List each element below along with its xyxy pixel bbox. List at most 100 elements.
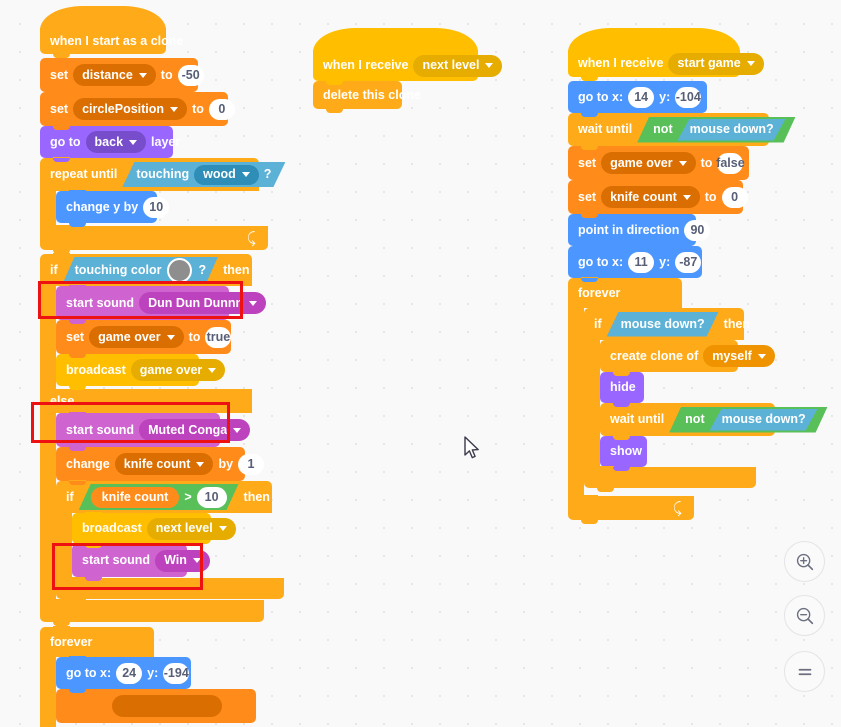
sound-dropdown-win[interactable]: Win: [155, 549, 210, 572]
block-start-sound-win[interactable]: start sound Win: [72, 544, 210, 581]
block-delete-this-clone[interactable]: delete this clone: [313, 81, 421, 113]
direction-input[interactable]: 90: [684, 219, 711, 241]
broadcast-dropdown-next-level[interactable]: next level: [146, 517, 236, 540]
block-hide[interactable]: hide: [600, 372, 644, 407]
block-point-in-direction[interactable]: point in direction 90: [568, 214, 711, 250]
chevron-down-icon: [757, 353, 766, 359]
zoom-reset-button[interactable]: [784, 651, 825, 692]
layer-dropdown[interactable]: back: [85, 131, 147, 153]
block-go-to-xy-clone[interactable]: go to x: 24 y: -194: [56, 656, 191, 693]
value-input-game-over[interactable]: true: [205, 326, 232, 348]
forever-head[interactable]: forever: [40, 626, 154, 657]
block-go-to-xy-start[interactable]: go to x: 14 y: -104: [568, 81, 707, 117]
variable-dropdown-game-over[interactable]: game over: [601, 152, 696, 174]
operator-not-1[interactable]: not mouse down?: [637, 117, 795, 143]
block-go-to-xy-start-2[interactable]: go to x: 11 y: -87: [568, 246, 702, 282]
block-forever-clone[interactable]: forever go to x: 24 y: -194: [40, 626, 284, 727]
block-repeat-until[interactable]: repeat until touching wood ? change y by…: [40, 157, 284, 254]
y-input[interactable]: -194: [163, 662, 190, 684]
block-when-i-receive-start-game[interactable]: when I receive start game: [568, 28, 764, 81]
condition-touching-color[interactable]: touching color ?: [63, 257, 218, 284]
condition-mouse-down-2[interactable]: mouse down?: [710, 409, 818, 431]
variable-dropdown-knife-count[interactable]: knife count: [114, 453, 214, 475]
block-set-game-over-true[interactable]: set game over to true: [56, 320, 232, 358]
block-change-variable-clipped[interactable]: [56, 689, 256, 723]
value-input-knife-count[interactable]: 0: [721, 186, 748, 208]
broadcast-dropdown-game-over[interactable]: game over: [130, 359, 226, 381]
block-create-clone-of-myself[interactable]: create clone of myself: [600, 339, 775, 376]
block-forever-main[interactable]: forever if mouse down? then create clone…: [568, 277, 775, 524]
block-change-knife-count[interactable]: change knife count by 1: [56, 447, 265, 485]
y-input[interactable]: -104: [675, 86, 702, 108]
variable-dropdown-distance[interactable]: distance: [73, 64, 156, 86]
block-when-i-receive-next-level[interactable]: when I receive next level: [313, 28, 503, 85]
broadcast-label: broadcast: [82, 521, 142, 536]
compare-value-input[interactable]: 10: [197, 487, 227, 508]
block-start-sound-muted-conga[interactable]: start sound Muted Conga: [56, 412, 251, 451]
value-input-game-over[interactable]: false: [716, 152, 745, 174]
go-to-x-label: go to x:: [578, 89, 624, 104]
by-label: by: [218, 456, 234, 471]
block-if-knife-count-gt-10[interactable]: if knife count > 10 then broadcast next …: [56, 480, 284, 603]
variable-dropdown-game-over[interactable]: game over: [89, 326, 184, 348]
block-wait-until-not-mouse-down-1[interactable]: wait until not mouse down?: [568, 113, 769, 150]
block-set-game-over-false[interactable]: set game over to false: [568, 146, 749, 184]
value-input-distance[interactable]: -50: [177, 64, 204, 86]
message-dropdown-start-game[interactable]: start game: [668, 52, 764, 75]
y-label: y:: [659, 89, 671, 104]
start-sound-label: start sound: [66, 422, 135, 437]
block-change-y-by[interactable]: change y by 10: [56, 190, 170, 227]
chevron-down-icon: [218, 526, 227, 531]
if-else-head[interactable]: if touching color ? then: [40, 253, 252, 286]
block-wait-until-not-mouse-down-2[interactable]: wait until not mouse down?: [600, 403, 775, 440]
block-go-to-layer[interactable]: go to back layer: [40, 126, 180, 162]
go-to-label: go to: [50, 134, 81, 149]
x-input[interactable]: 24: [116, 662, 143, 684]
if-head[interactable]: if mouse down? then: [584, 307, 750, 340]
zoom-in-button[interactable]: [784, 541, 825, 582]
variable-dropdown-circleposition[interactable]: circlePosition: [73, 98, 188, 120]
block-set-circleposition[interactable]: set circlePosition to 0: [40, 92, 235, 130]
value-input-circleposition[interactable]: 0: [208, 98, 235, 120]
script-when-i-receive-start-game[interactable]: when I receive start game go to x: 14 y:…: [568, 28, 775, 524]
y-input[interactable]: -87: [675, 251, 702, 273]
touching-object-dropdown[interactable]: wood: [194, 165, 259, 185]
delete-clone-label: delete this clone: [323, 87, 421, 102]
forever-head[interactable]: forever: [568, 277, 682, 308]
c-arm-if: [584, 340, 600, 467]
script-when-i-start-as-a-clone[interactable]: when I start as a clone set distance to …: [40, 6, 284, 727]
x-input[interactable]: 14: [628, 86, 655, 108]
block-if-mouse-down[interactable]: if mouse down? then create clone of myse…: [584, 307, 775, 492]
message-dropdown-next-level[interactable]: next level: [413, 54, 503, 77]
to-label: to: [704, 189, 717, 204]
block-if-else-touching-color[interactable]: if touching color ? then start sound Dun…: [40, 253, 284, 626]
variable-reporter-knife-count[interactable]: knife count: [91, 487, 180, 508]
condition-greater-than[interactable]: knife count > 10: [79, 484, 239, 510]
change-amount-input[interactable]: 1: [238, 453, 265, 475]
when-i-receive-label: when I receive: [578, 56, 664, 71]
change-y-input[interactable]: 10: [143, 196, 170, 218]
block-broadcast-next-level[interactable]: broadcast next level: [72, 512, 236, 548]
block-set-knife-count-0[interactable]: set knife count to 0: [568, 180, 748, 218]
script-when-i-receive-next-level[interactable]: when I receive next level delete this cl…: [313, 28, 503, 113]
block-start-sound-dun-dun-dunnn[interactable]: start sound Dun Dun Dunnn: [56, 285, 267, 324]
color-swatch[interactable]: [167, 258, 192, 283]
condition-mouse-down[interactable]: mouse down?: [607, 312, 719, 337]
operator-not-2[interactable]: not mouse down?: [669, 407, 827, 433]
clone-target-dropdown[interactable]: myself: [703, 345, 775, 367]
x-input[interactable]: 11: [628, 251, 655, 273]
set-label: set: [50, 101, 69, 116]
block-show[interactable]: show: [600, 436, 647, 471]
condition-touching-wood[interactable]: touching wood ?: [122, 162, 285, 187]
condition-mouse-down-1[interactable]: mouse down?: [678, 119, 786, 141]
repeat-until-head[interactable]: repeat until touching wood ?: [40, 157, 259, 191]
variable-dropdown-clipped[interactable]: [112, 695, 222, 717]
block-set-distance[interactable]: set distance to -50: [40, 58, 204, 96]
block-broadcast-game-over[interactable]: broadcast game over: [56, 354, 226, 390]
if-head[interactable]: if knife count > 10 then: [56, 480, 272, 513]
variable-dropdown-knife-count[interactable]: knife count: [601, 186, 700, 208]
sound-dropdown-muted-conga[interactable]: Muted Conga: [139, 419, 251, 441]
sound-dropdown-dun-dun-dunnn[interactable]: Dun Dun Dunnn: [139, 292, 267, 314]
zoom-out-button[interactable]: [784, 595, 825, 636]
block-when-i-start-as-a-clone[interactable]: when I start as a clone: [40, 6, 183, 58]
